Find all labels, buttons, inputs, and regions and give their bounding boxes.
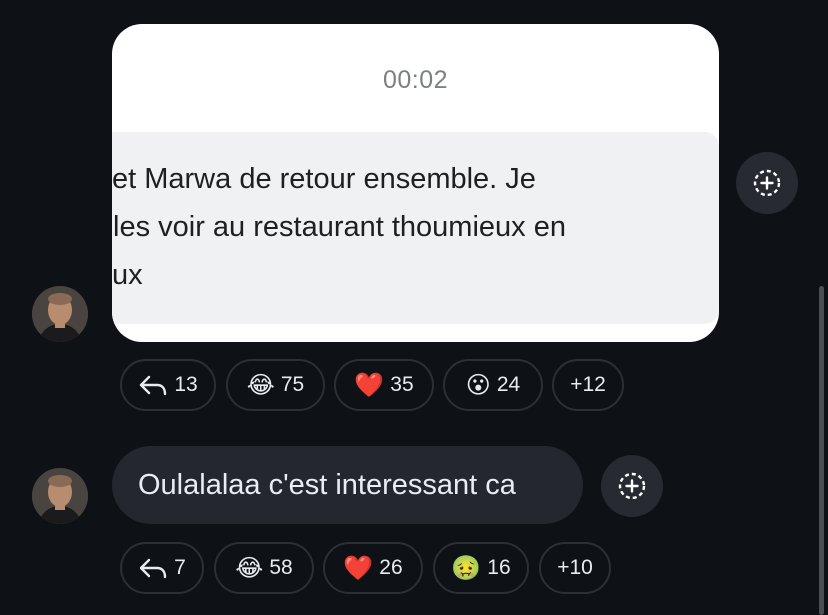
reaction-count: 16 — [487, 556, 511, 579]
add-reaction-button[interactable] — [736, 152, 798, 214]
more-reactions-pill[interactable]: +12 — [552, 359, 624, 411]
reply-count: 7 — [174, 556, 186, 579]
reaction-count: 75 — [280, 373, 305, 396]
avatar[interactable] — [32, 286, 88, 342]
video-message-card[interactable]: 00:02 et Marwa de retour ensemble. Je le… — [112, 24, 719, 342]
add-reaction-icon — [618, 472, 646, 500]
reaction-pill-tears-of-joy[interactable]: 😂 75 — [226, 359, 325, 411]
reply-count: 13 — [174, 373, 198, 396]
reaction-count: 26 — [379, 556, 403, 579]
nauseated-face-emoji: 🤢 — [451, 554, 482, 582]
video-timecode: 00:02 — [382, 66, 449, 94]
tears-of-joy-emoji: 😂 — [235, 554, 264, 582]
more-reactions-count: +10 — [557, 556, 593, 579]
reaction-pill-red-heart[interactable]: ❤️ 35 — [334, 359, 434, 411]
hushed-face-emoji: 😮 — [465, 371, 491, 399]
tears-of-joy-emoji: 😂 — [246, 371, 275, 399]
reply-count-pill[interactable]: 13 — [120, 359, 216, 411]
avatar[interactable] — [32, 468, 88, 524]
reaction-count: 35 — [390, 373, 414, 396]
add-reaction-icon — [753, 169, 781, 197]
add-reaction-button[interactable] — [601, 455, 663, 517]
caption-line-3: ux — [112, 259, 143, 291]
reaction-pill-tears-of-joy[interactable]: 😂 58 — [214, 542, 314, 594]
reply-icon — [138, 556, 168, 580]
reaction-pill-red-heart[interactable]: ❤️ 26 — [323, 542, 423, 594]
reaction-count: 58 — [269, 556, 293, 579]
reaction-pill-nauseated-face[interactable]: 🤢 16 — [433, 542, 529, 594]
red-heart-emoji: ❤️ — [343, 554, 374, 582]
more-reactions-count: +12 — [570, 373, 606, 396]
scrollbar[interactable] — [819, 286, 824, 615]
red-heart-emoji: ❤️ — [354, 371, 385, 399]
caption-line-2: les voir au restaurant thoumieux en — [113, 211, 566, 243]
caption-line-1: et Marwa de retour ensemble. Je — [112, 163, 536, 195]
reaction-count: 24 — [496, 373, 521, 396]
text-message-bubble[interactable]: Oulalalaa c'est interessant ca — [112, 446, 583, 524]
reply-count-pill[interactable]: 7 — [120, 542, 204, 594]
reply-icon — [138, 373, 168, 397]
more-reactions-pill[interactable]: +10 — [539, 542, 611, 594]
video-caption-box: et Marwa de retour ensemble. Je les voir… — [112, 132, 719, 324]
message-text: Oulalalaa c'est interessant ca — [138, 468, 516, 501]
reaction-pill-hushed-face[interactable]: 😮 24 — [443, 359, 543, 411]
